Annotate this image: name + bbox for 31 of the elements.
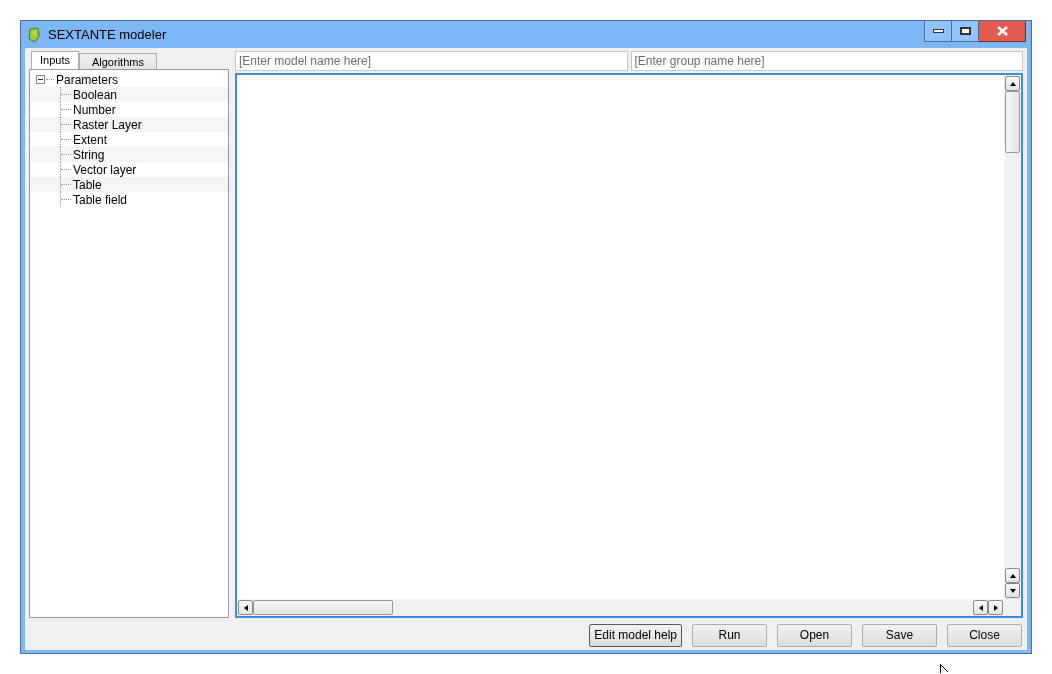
maximize-button[interactable] bbox=[952, 21, 979, 42]
scroll-thumb[interactable] bbox=[1005, 91, 1020, 153]
scroll-down-button[interactable] bbox=[1005, 583, 1020, 598]
scroll-left-button[interactable] bbox=[973, 600, 988, 615]
mouse-cursor-icon bbox=[940, 664, 949, 674]
scroll-up-button[interactable] bbox=[1005, 568, 1020, 583]
window-title: SEXTANTE modeler bbox=[48, 25, 167, 44]
tree-item[interactable]: Number bbox=[73, 100, 116, 119]
tab[interactable]: Inputs bbox=[31, 51, 79, 69]
tab[interactable]: Algorithms bbox=[78, 53, 157, 69]
dialog-button[interactable]: Close bbox=[947, 623, 1022, 647]
close-icon[interactable] bbox=[979, 21, 1026, 42]
minimize-button[interactable] bbox=[924, 21, 952, 42]
scroll-left-button[interactable] bbox=[238, 600, 253, 615]
scroll-right-button[interactable] bbox=[988, 600, 1003, 615]
group-name-field[interactable]: [Enter group name here] bbox=[630, 51, 1023, 71]
dialog-button[interactable]: Edit model help bbox=[589, 623, 682, 647]
horizontal-scrollbar[interactable] bbox=[237, 599, 1021, 616]
scroll-up-button[interactable] bbox=[1005, 76, 1020, 91]
tree-item[interactable]: Extent bbox=[73, 130, 108, 149]
dialog-button[interactable]: Save bbox=[862, 623, 937, 647]
model-name-field[interactable]: [Enter model name here] bbox=[235, 51, 628, 71]
dialog-button[interactable]: Run bbox=[692, 623, 767, 647]
tree-item[interactable]: Parameters bbox=[56, 70, 119, 89]
down-arrow-icon bbox=[1008, 586, 1017, 595]
collapse-icon[interactable] bbox=[36, 75, 45, 84]
scroll-thumb[interactable] bbox=[253, 600, 393, 615]
dialog-button[interactable]: Open bbox=[777, 623, 852, 647]
app-logo-icon bbox=[27, 26, 41, 43]
right-arrow-icon bbox=[991, 603, 1000, 612]
vertical-scrollbar[interactable] bbox=[1004, 75, 1021, 599]
